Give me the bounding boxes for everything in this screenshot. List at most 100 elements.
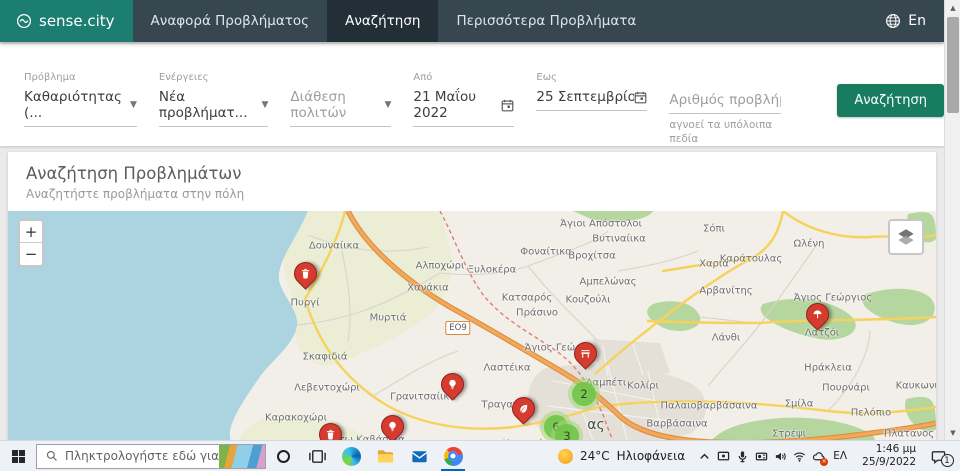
tray-wifi-button[interactable] [790,441,809,471]
edge-icon [342,447,361,466]
tray-language-indicator[interactable]: ΕΛ [828,450,852,462]
taskbar-weather-widget[interactable]: 24°C Ηλιοφάνεια [548,441,695,471]
file-explorer-button[interactable] [368,441,402,471]
filter-bar: Πρόβλημα Καθαριότητας (... ▼ Ενέργειες Νέ… [0,44,944,146]
chevron-down-icon: ▼ [130,100,137,110]
leaf-icon [507,392,540,425]
windows-logo-icon [12,450,25,463]
brand-logo[interactable]: sense.city [0,0,133,42]
map-marker-trash[interactable] [292,261,318,289]
tray-display-button[interactable] [714,441,733,471]
sense-city-logo-icon [16,13,32,29]
page-scrollbar[interactable]: ▲ ▼ [944,0,960,440]
notification-count-badge: 1 [941,454,954,467]
map-zoom-control: + − [18,219,44,267]
chevron-up-icon [698,450,711,463]
scrollbar-up-arrow[interactable]: ▲ [945,0,960,15]
map-marker-lightbulb[interactable] [439,372,465,400]
lightbulb-icon [436,368,469,401]
map-card: Αναζήτηση Προβλημάτων Αναζητήστε προβλήμ… [8,152,936,442]
bench-icon [569,337,602,370]
calendar-icon [501,99,514,112]
tray-cast-button[interactable] [752,441,771,471]
scrollbar-down-arrow[interactable]: ▼ [945,425,960,440]
map-marker-lightbulb[interactable] [379,414,405,442]
cortana-icon [277,450,290,463]
map-marker-leaf[interactable] [510,396,536,424]
search-icon [46,450,58,462]
wifi-icon [793,450,806,463]
display-icon [717,450,730,463]
date-from-value: 21 Μαΐου 2022 [413,89,501,121]
sun-icon [558,449,573,464]
actions-value: Νέα προβλήματ... [159,89,254,121]
actions-select[interactable]: Ενέργειες Νέα προβλήματ... ▼ [159,72,269,127]
nav-item-report-problem[interactable]: Αναφορά Προβλήματος [133,0,328,42]
tray-onedrive-button[interactable]: × [809,441,828,471]
map-marker-bench[interactable] [572,341,598,369]
disposition-select[interactable]: Διάθεση πολιτών ▼ [290,72,391,127]
taskbar-search-placeholder: Πληκτρολογήστε εδώ για [65,449,219,463]
cluster-count: 2 [572,382,596,406]
task-view-button[interactable] [300,441,334,471]
date-from-picker[interactable]: Από 21 Μαΐου 2022 [413,72,514,127]
nav-item-search[interactable]: Αναζήτηση [327,0,438,42]
language-label: En [908,13,926,29]
map-canvas[interactable]: + − Άγιοι ΑπόστολοιΒυτιναίικαΣόπιΩλένηΚα… [8,211,936,447]
problem-select[interactable]: Πρόβλημα Καθαριότητας (... ▼ [24,72,137,127]
clock-time: 1:46 μμ [862,443,916,456]
cast-icon [755,450,768,463]
disposition-placeholder: Διάθεση πολιτών [290,89,376,121]
chevron-down-icon: ▼ [384,100,391,110]
umbrella-icon [801,298,834,331]
date-to-picker[interactable]: Εως 25 Σεπτεμβρίου 2 [536,72,647,111]
screen: sense.city Αναφορά Προβλήματος Αναζήτηση… [0,0,960,471]
weather-condition: Ηλιοφάνεια [617,449,686,463]
weather-temp: 24°C [580,449,610,463]
map-card-title: Αναζήτηση Προβλημάτων [26,164,918,183]
clock-date: 25/9/2022 [862,456,916,469]
windows-taskbar: Πληκτρολογήστε εδώ για 24°C Ηλιοφάνεια [0,440,960,471]
navbar: sense.city Αναφορά Προβλήματος Αναζήτηση… [0,0,944,42]
date-from-label: Από [413,72,514,85]
trash-icon [289,257,322,290]
problem-number-input[interactable] [669,92,781,114]
microphone-icon [736,450,749,463]
mail-icon [410,447,429,466]
scrollbar-thumb[interactable] [947,17,959,113]
action-center-button[interactable]: 1 [924,441,960,471]
lightbulb-icon [376,410,409,443]
layers-icon [896,227,916,247]
start-button[interactable] [0,441,36,471]
chevron-down-icon: ▼ [262,100,269,110]
cortana-button[interactable] [266,441,300,471]
search-highlight-image[interactable] [219,445,266,468]
actions-label: Ενέργειες [159,72,269,85]
map-cluster[interactable]: 2 [568,378,600,410]
sync-error-badge: × [820,458,828,466]
edge-button[interactable] [334,441,368,471]
map-marker-umbrella[interactable] [804,302,830,330]
date-to-value: 25 Σεπτεμβρίου 2 [536,89,634,105]
nav-item-more-problems[interactable]: Περισσότερα Προβλήματα [438,0,654,42]
globe-icon [885,13,901,29]
map-layers-button[interactable] [888,219,924,255]
chrome-button[interactable] [436,441,470,471]
zoom-out-button[interactable]: − [20,243,42,265]
brand-name: sense.city [39,12,115,30]
mail-button[interactable] [402,441,436,471]
tray-volume-button[interactable] [771,441,790,471]
zoom-in-button[interactable]: + [20,221,42,243]
tray-microphone-button[interactable] [733,441,752,471]
chrome-icon [444,447,463,466]
tray-show-hidden-icons-button[interactable] [695,441,714,471]
problem-value: Καθαριότητας (... [24,89,122,121]
taskbar-search-box[interactable]: Πληκτρολογήστε εδώ για [36,444,266,469]
taskbar-clock[interactable]: 1:46 μμ 25/9/2022 [852,443,924,469]
task-view-icon [308,447,327,466]
search-button[interactable]: Αναζήτηση [837,84,944,117]
problem-label: Πρόβλημα [24,72,137,85]
road-label-eo9: ΕΟ9 [445,321,470,335]
language-switcher[interactable]: En [885,0,944,42]
problem-number-field: αγνοεί τα υπόλοιπα πεδία [669,72,781,146]
